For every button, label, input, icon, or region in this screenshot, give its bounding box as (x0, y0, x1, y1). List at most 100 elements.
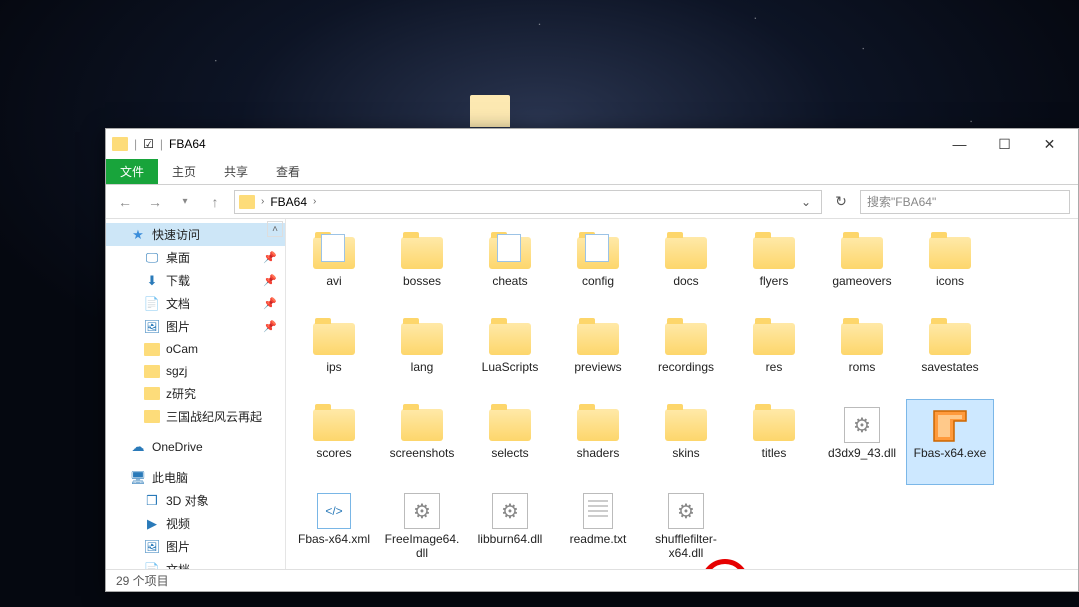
file-item[interactable]: skins (642, 399, 730, 485)
file-label: readme.txt (570, 532, 627, 546)
sidebar-item-label: 下载 (166, 272, 190, 289)
sidebar-item[interactable]: z研究 (106, 382, 285, 405)
sidebar-item[interactable]: 📄文档 (106, 558, 285, 569)
minimize-button[interactable]: — (937, 130, 982, 158)
sidebar-item-label: 桌面 (166, 249, 190, 266)
refresh-button[interactable]: ↻ (830, 193, 852, 210)
file-label: res (766, 360, 783, 374)
folder-icon (489, 409, 531, 441)
sidebar-item[interactable]: ❒3D 对象 (106, 489, 285, 512)
file-item[interactable]: Fbas-x64.xml (290, 485, 378, 569)
breadcrumb-segment[interactable]: FBA64 (270, 195, 307, 209)
titlebar-caption: FBA64 (169, 137, 206, 151)
close-button[interactable]: ✕ (1027, 130, 1072, 158)
chevron-down-icon[interactable]: ⌄ (801, 195, 811, 209)
folder-icon (144, 409, 160, 425)
tab-share[interactable]: 共享 (210, 159, 262, 184)
sidebar-item-label: 图片 (166, 318, 190, 335)
file-item[interactable]: selects (466, 399, 554, 485)
sidebar-item-label: sgzj (166, 364, 187, 378)
search-input[interactable]: 搜索"FBA64" (860, 190, 1070, 214)
file-item[interactable]: flyers (730, 227, 818, 313)
pin-icon: 📌 (263, 274, 277, 287)
file-item[interactable]: docs (642, 227, 730, 313)
file-item[interactable]: readme.txt (554, 485, 642, 569)
folder-icon (929, 323, 971, 355)
file-item[interactable]: d3dx9_43.dll (818, 399, 906, 485)
file-item[interactable]: titles (730, 399, 818, 485)
sidebar-item-label: 文档 (166, 561, 190, 569)
file-item[interactable]: savestates (906, 313, 994, 399)
file-label: libburn64.dll (478, 532, 543, 546)
folder-icon (753, 323, 795, 355)
file-item[interactable]: FreeImage64.dll (378, 485, 466, 569)
tab-file[interactable]: 文件 (106, 159, 158, 184)
sidebar-quick-access[interactable]: ★ 快速访问 (106, 223, 285, 246)
sidebar-item[interactable]: 🖼图片📌 (106, 315, 285, 338)
sidebar-item[interactable]: oCam (106, 338, 285, 360)
folder-icon (489, 237, 531, 269)
folder-icon (665, 237, 707, 269)
file-label: d3dx9_43.dll (828, 446, 896, 460)
sidebar-item[interactable]: 🖼图片 (106, 535, 285, 558)
pin-icon: 📌 (263, 320, 277, 333)
qat-check-icon[interactable]: ☑ (143, 137, 154, 151)
file-label: shufflefilter-x64.dll (646, 532, 726, 561)
sidebar-this-pc[interactable]: 🖥 此电脑 (106, 466, 285, 489)
nav-forward[interactable]: → (144, 191, 166, 213)
sidebar-item[interactable]: 三国战纪风云再起 (106, 405, 285, 428)
desktop-folder-icon[interactable] (470, 95, 510, 127)
nav-bar: ← → ▾ ↑ › FBA64 › ⌄ ↻ 搜索"FBA64" (106, 185, 1078, 219)
maximize-button[interactable]: ☐ (982, 130, 1027, 158)
file-item[interactable]: res (730, 313, 818, 399)
folder-icon (753, 237, 795, 269)
chevron-right-icon: › (261, 196, 264, 207)
file-item[interactable]: gameovers (818, 227, 906, 313)
dll-icon (844, 407, 880, 443)
file-label: cheats (492, 274, 527, 288)
sidebar-onedrive[interactable]: ☁ OneDrive (106, 436, 285, 458)
file-item[interactable]: cheats (466, 227, 554, 313)
file-item[interactable]: LuaScripts (466, 313, 554, 399)
nav-recent[interactable]: ▾ (174, 191, 196, 213)
content-area[interactable]: avibosses cheats config docs flyersgameovers… (286, 219, 1078, 569)
file-item[interactable]: screenshots (378, 399, 466, 485)
file-item[interactable]: libburn64.dll (466, 485, 554, 569)
sidebar-item[interactable]: sgzj (106, 360, 285, 382)
tab-home[interactable]: 主页 (158, 159, 210, 184)
file-item[interactable]: config (554, 227, 642, 313)
file-item[interactable]: previews (554, 313, 642, 399)
picture-icon: 🖼 (144, 539, 160, 555)
file-item[interactable]: roms (818, 313, 906, 399)
file-item[interactable]: icons (906, 227, 994, 313)
sidebar-item-label: 此电脑 (152, 469, 188, 486)
file-item[interactable]: shaders (554, 399, 642, 485)
file-label: savestates (921, 360, 978, 374)
folder-icon (665, 409, 707, 441)
file-item[interactable]: Fbas-x64.exe (906, 399, 994, 485)
sidebar-item[interactable]: 🖵桌面📌 (106, 246, 285, 269)
file-label: ips (326, 360, 341, 374)
file-item[interactable]: avi (290, 227, 378, 313)
xml-file-icon (317, 493, 351, 529)
status-text: 29 个项目 (116, 572, 169, 589)
file-item[interactable]: scores (290, 399, 378, 485)
nav-back[interactable]: ← (114, 191, 136, 213)
sidebar-item[interactable]: ▶视频 (106, 512, 285, 535)
file-item[interactable]: recordings (642, 313, 730, 399)
breadcrumb[interactable]: › FBA64 › ⌄ (234, 190, 822, 214)
file-item[interactable]: shufflefilter-x64.dll (642, 485, 730, 569)
file-label: docs (673, 274, 698, 288)
sidebar-item[interactable]: ⬇下载📌 (106, 269, 285, 292)
file-item[interactable]: lang (378, 313, 466, 399)
file-label: Fbas-x64.exe (914, 446, 987, 460)
nav-up[interactable]: ↑ (204, 191, 226, 213)
tab-view[interactable]: 查看 (262, 159, 314, 184)
dll-icon (492, 493, 528, 529)
file-item[interactable]: ips (290, 313, 378, 399)
sidebar-item[interactable]: 📄文档📌 (106, 292, 285, 315)
scroll-up-icon[interactable]: ˄ (267, 221, 283, 237)
folder-icon (144, 386, 160, 402)
file-item[interactable]: bosses (378, 227, 466, 313)
titlebar[interactable]: | ☑ | FBA64 — ☐ ✕ (106, 129, 1078, 159)
